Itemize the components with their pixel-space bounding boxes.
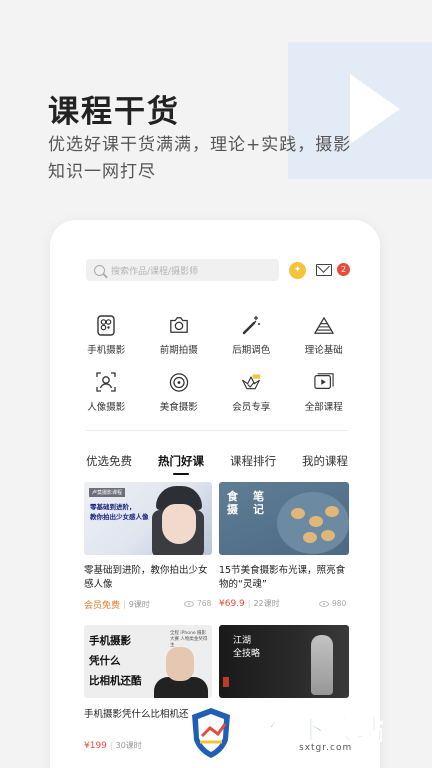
eye-icon (319, 600, 329, 607)
category-label: 会员专享 (232, 402, 271, 413)
category-label: 人像摄影 (87, 402, 126, 413)
course-tabs: 优选免费 热门好课 课程排行 我的课程 (86, 453, 348, 475)
category-label: 美食摄影 (159, 402, 198, 413)
course-price: ¥69.9 (219, 598, 245, 609)
course-lessons: 9课时 (128, 600, 150, 609)
category-label: 手机摄影 (87, 345, 126, 356)
divider (86, 430, 348, 431)
course-views: 980 (319, 599, 346, 608)
category-post-editing[interactable]: 后期调色 (215, 314, 288, 356)
course-meta: ¥69.9 | 22课时 (219, 598, 280, 609)
course-thumbnail[interactable]: 江湖 全技略 (219, 625, 349, 698)
category-label: 前期拍摄 (159, 345, 198, 356)
phone-camera-icon (96, 314, 116, 336)
mail-icon[interactable] (316, 264, 332, 276)
category-vip[interactable]: 会员专享 (215, 371, 288, 413)
search-placeholder: 搜索作品/课程/摄影师 (111, 266, 199, 277)
thumbnail-caption: 江湖 全技略 (233, 636, 261, 659)
eye-icon (184, 600, 194, 607)
camera-icon (169, 314, 189, 336)
category-grid: 手机摄影 前期拍摄 后期调色 理论基础 人像摄影 美食摄影 会员专享 全部课程 (70, 314, 360, 413)
course-lessons: 30课时 (115, 741, 142, 750)
search-icon (94, 264, 105, 276)
thumbnail-caption: 食 摄 (227, 490, 238, 516)
coin-icon[interactable]: ✦ (289, 262, 306, 279)
watermark-url: sxtgr.com (299, 743, 353, 753)
thumbnail-tag: 卢莫摄影课程 (89, 488, 126, 497)
dish-icon (169, 371, 189, 393)
category-all-courses[interactable]: 全部课程 (288, 371, 361, 413)
course-meta: 会员免费 | 9课时 (84, 600, 150, 611)
watermark-text: 摄像下载站 (240, 715, 385, 747)
category-phone-photography[interactable]: 手机摄影 (70, 314, 143, 356)
category-label: 后期调色 (232, 345, 271, 356)
search-input[interactable]: 搜索作品/课程/摄影师 (86, 259, 279, 281)
category-theory-basics[interactable]: 理论基础 (288, 314, 361, 356)
thumbnail-caption: 零基础到进阶， 教你拍出少女感人像 (90, 503, 149, 521)
course-views: 768 (184, 599, 211, 608)
category-portrait[interactable]: 人像摄影 (70, 371, 143, 413)
video-list-icon (314, 371, 334, 393)
course-thumbnail[interactable]: 食 摄 笔 记 (219, 482, 349, 555)
course-meta: ¥199 | 30课时 (84, 740, 142, 751)
course-title[interactable]: 零基础到进阶，教你拍出少女感人像 (84, 564, 212, 592)
promo-subline: 优选好课干货满满，理论+实践，摄影知识一网打尽 (48, 135, 352, 182)
thumbnail-caption: 笔 记 (253, 490, 264, 516)
magic-wand-icon (241, 314, 261, 336)
category-label: 理论基础 (304, 345, 343, 356)
thumbnail-caption: 手机摄影 凭什么 比相机还酷 (89, 635, 142, 687)
course-price: 会员免费 (84, 601, 121, 611)
portrait-icon (96, 371, 116, 393)
course-lessons: 22课时 (253, 599, 280, 608)
course-thumbnail[interactable]: 卢莫摄影课程 零基础到进阶， 教你拍出少女感人像 (84, 482, 212, 555)
phone-screen: 搜索作品/课程/摄影师 ✦ 2 手机摄影 前期拍摄 后期调色 理论基础 人像摄影… (50, 220, 380, 768)
course-title[interactable]: 15节美食摄影布光课，照亮食物的“灵魂” (219, 564, 349, 592)
tab-my-courses[interactable]: 我的课程 (302, 453, 348, 475)
pyramid-icon (314, 314, 334, 336)
mail-badge: 2 (337, 263, 350, 276)
category-label: 全部课程 (304, 402, 343, 413)
course-thumbnail[interactable]: 手机摄影 凭什么 比相机还酷 全程 iPhone 摄影大赛 人物类金奖得主 (84, 625, 212, 698)
category-pre-shooting[interactable]: 前期拍摄 (143, 314, 216, 356)
vip-crown-icon (241, 371, 261, 393)
tab-free-picks[interactable]: 优选免费 (86, 453, 132, 475)
watermark-logo (188, 706, 234, 760)
course-price: ¥199 (84, 740, 107, 751)
tab-hot-courses[interactable]: 热门好课 (158, 453, 204, 475)
category-food[interactable]: 美食摄影 (143, 371, 216, 413)
promo-headline: 课程干货 (48, 94, 180, 130)
tab-course-ranking[interactable]: 课程排行 (230, 453, 276, 475)
